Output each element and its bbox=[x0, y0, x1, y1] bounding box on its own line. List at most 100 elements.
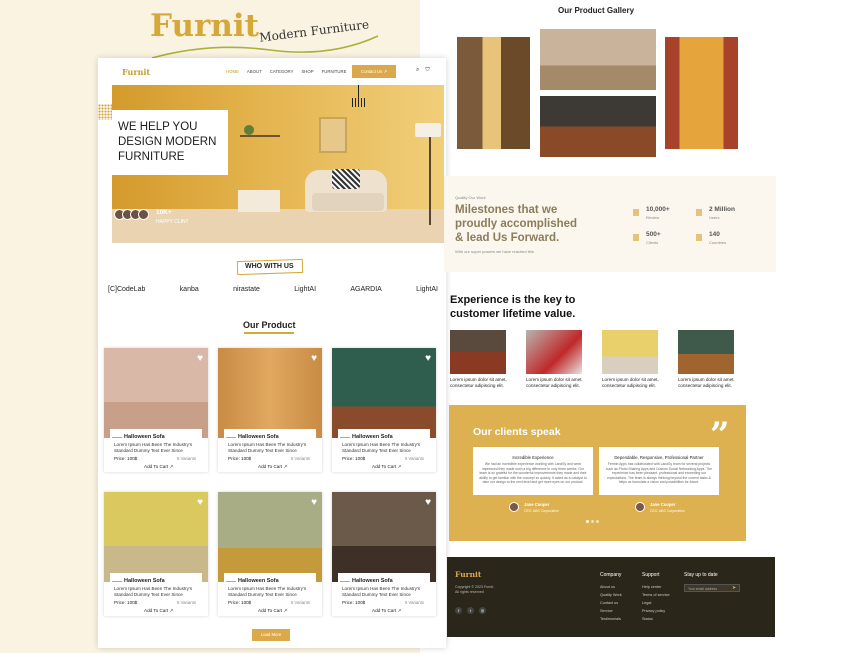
product-card[interactable]: ♥ Halloween Sofa Lorem Ipsum Has Been Th… bbox=[104, 492, 208, 616]
add-to-cart-button[interactable]: Add To Cart ↗ bbox=[258, 464, 287, 470]
product-desc: Lorem Ipsum Has Been The Industry's Stan… bbox=[114, 586, 193, 597]
stat-label: Review bbox=[646, 215, 660, 220]
heart-icon[interactable]: ♥ bbox=[197, 497, 203, 508]
nav-logo[interactable]: Furnit bbox=[122, 67, 150, 77]
footer-link[interactable]: Legal bbox=[642, 601, 651, 605]
brand-logo-codelab: [C]CodeLab bbox=[108, 286, 146, 293]
pillow bbox=[332, 169, 360, 189]
nav-icons: ⌕⛉ bbox=[416, 67, 436, 74]
footer-link[interactable]: Service bbox=[600, 609, 613, 613]
footer-support-head: Support bbox=[642, 572, 660, 578]
testimonial-title: Dependable, Responsive, Professional Par… bbox=[614, 455, 704, 460]
add-to-cart-button[interactable]: Add To Cart ↗ bbox=[258, 608, 287, 614]
heart-icon[interactable]: ♥ bbox=[311, 497, 317, 508]
testimonial-title: Incredible Experience bbox=[512, 455, 554, 460]
milestones-sub: With our super powers we have reached th… bbox=[455, 249, 534, 254]
carousel-dot[interactable] bbox=[591, 520, 594, 523]
product-card[interactable]: ♥ Halloween Sofa Lorem Ipsum Has Been Th… bbox=[104, 348, 208, 472]
footer bbox=[447, 557, 775, 637]
product-image[interactable] bbox=[332, 348, 436, 438]
heart-icon[interactable]: ♥ bbox=[425, 353, 431, 364]
search-icon[interactable]: ⌕ bbox=[416, 67, 425, 73]
footer-newsletter-head: Stay up to date bbox=[684, 572, 718, 578]
facebook-icon[interactable]: f bbox=[455, 607, 462, 614]
footer-link[interactable]: Status bbox=[642, 617, 653, 621]
experience-text: Lorem ipsum dolor sit amet, consectetur … bbox=[526, 377, 583, 388]
carousel-dot[interactable] bbox=[596, 520, 599, 523]
product-image[interactable] bbox=[218, 492, 322, 582]
happy-clients-count: 10K+ bbox=[156, 209, 172, 216]
partner-logos: [C]CodeLab kanba nirastate LightAI AGARD… bbox=[108, 286, 438, 293]
plant-icon bbox=[244, 125, 254, 135]
add-to-cart-button[interactable]: Add To Cart ↗ bbox=[144, 464, 173, 470]
stat-value: 10,000+ bbox=[646, 206, 670, 213]
product-image[interactable] bbox=[104, 492, 208, 582]
footer-link[interactable]: About us bbox=[600, 585, 615, 589]
product-card[interactable]: ♥ Halloween Sofa Lorem Ipsum Has Been Th… bbox=[332, 348, 436, 472]
brand-logo-lightai-2: LightAI bbox=[416, 286, 438, 293]
product-image[interactable] bbox=[332, 492, 436, 582]
floor-lamp-shade bbox=[415, 123, 441, 137]
side-cabinet bbox=[238, 190, 280, 212]
testimonial-name: Jane Cooper bbox=[524, 502, 550, 507]
nav-category[interactable]: CATEGORY bbox=[270, 69, 294, 74]
footer-link[interactable]: Quality Work bbox=[600, 593, 622, 597]
gallery-image-2[interactable] bbox=[540, 29, 656, 90]
bag-icon[interactable]: ⛉ bbox=[425, 67, 435, 73]
heart-icon[interactable]: ♥ bbox=[197, 353, 203, 364]
add-to-cart-button[interactable]: Add To Cart ↗ bbox=[372, 464, 401, 470]
load-more-button[interactable]: Load More bbox=[252, 629, 290, 641]
gallery-image-3[interactable] bbox=[540, 96, 656, 157]
footer-logo[interactable]: Furnit bbox=[455, 570, 481, 579]
countries-icon bbox=[696, 234, 702, 241]
product-card[interactable]: ♥ Halloween Sofa Lorem Ipsum Has Been Th… bbox=[332, 492, 436, 616]
twitter-icon[interactable]: t bbox=[467, 607, 474, 614]
nav-furniture[interactable]: FURNITURE bbox=[322, 69, 347, 74]
testimonial-role: CEO, ABC Corporation bbox=[650, 509, 685, 513]
testimonial-body: We had an incredible experience working … bbox=[479, 462, 587, 484]
send-icon[interactable]: ➤ bbox=[732, 585, 736, 591]
testimonial-body: Fermin Apps has collaborated with LandSy… bbox=[605, 462, 713, 484]
gallery-image-1[interactable] bbox=[457, 37, 530, 149]
social-icons: f t ◎ bbox=[455, 607, 486, 614]
add-to-cart-button[interactable]: Add To Cart ↗ bbox=[144, 608, 173, 614]
product-price: Price: 100$ bbox=[342, 600, 366, 605]
instagram-icon[interactable]: ◎ bbox=[479, 607, 486, 614]
carousel-dot[interactable] bbox=[586, 520, 589, 523]
footer-link[interactable]: Testimonials bbox=[600, 617, 621, 621]
footer-copyright: Copyright © 2023 Furnit. All rights rese… bbox=[455, 585, 495, 594]
product-image[interactable] bbox=[218, 348, 322, 438]
navbar: Furnit HOME ABOUT CATEGORY SHOP FURNITUR… bbox=[98, 58, 446, 86]
dot-pattern bbox=[98, 104, 112, 120]
experience-image bbox=[602, 330, 658, 374]
stat-label: Users bbox=[709, 215, 720, 220]
nav-home[interactable]: HOME bbox=[226, 69, 239, 74]
heart-icon[interactable]: ♥ bbox=[425, 497, 431, 508]
footer-link[interactable]: Help center bbox=[642, 585, 661, 589]
nav-about[interactable]: ABOUT bbox=[247, 69, 262, 74]
stat-value: 500+ bbox=[646, 231, 661, 238]
product-desc: Lorem Ipsum Has Been The Industry's Stan… bbox=[342, 586, 421, 597]
footer-link[interactable]: Terms of service bbox=[642, 593, 670, 597]
milestones-title: Milestones that we proudly accomplished … bbox=[455, 204, 578, 244]
experience-text: Lorem ipsum dolor sit amet, consectetur … bbox=[678, 377, 735, 388]
milestones-eyebrow: Quality Our Work bbox=[455, 195, 486, 200]
gallery-image-4[interactable] bbox=[665, 37, 738, 149]
stat-value: 2 Million bbox=[709, 206, 735, 213]
product-image[interactable] bbox=[104, 348, 208, 438]
clients-icon bbox=[633, 234, 639, 241]
brand-logo-kanba: kanba bbox=[179, 286, 199, 293]
product-card[interactable]: ♥ Halloween Sofa Lorem Ipsum Has Been Th… bbox=[218, 348, 322, 472]
heart-icon[interactable]: ♥ bbox=[311, 353, 317, 364]
products-title: Our Product bbox=[243, 320, 296, 330]
name-accent-line bbox=[340, 437, 350, 438]
add-to-cart-button[interactable]: Add To Cart ↗ bbox=[372, 608, 401, 614]
footer-link[interactable]: Contact us bbox=[600, 601, 618, 605]
product-price: Price: 100$ bbox=[114, 456, 138, 461]
footer-link[interactable]: Privacy policy bbox=[642, 609, 665, 613]
pendant-lamp-icon bbox=[352, 98, 366, 107]
contact-button[interactable]: Contact Us ↗ bbox=[352, 65, 396, 78]
product-card[interactable]: ♥ Halloween Sofa Lorem Ipsum Has Been Th… bbox=[218, 492, 322, 616]
nav-shop[interactable]: SHOP bbox=[301, 69, 313, 74]
product-info: Halloween Sofa Lorem Ipsum Has Been The … bbox=[338, 429, 430, 471]
